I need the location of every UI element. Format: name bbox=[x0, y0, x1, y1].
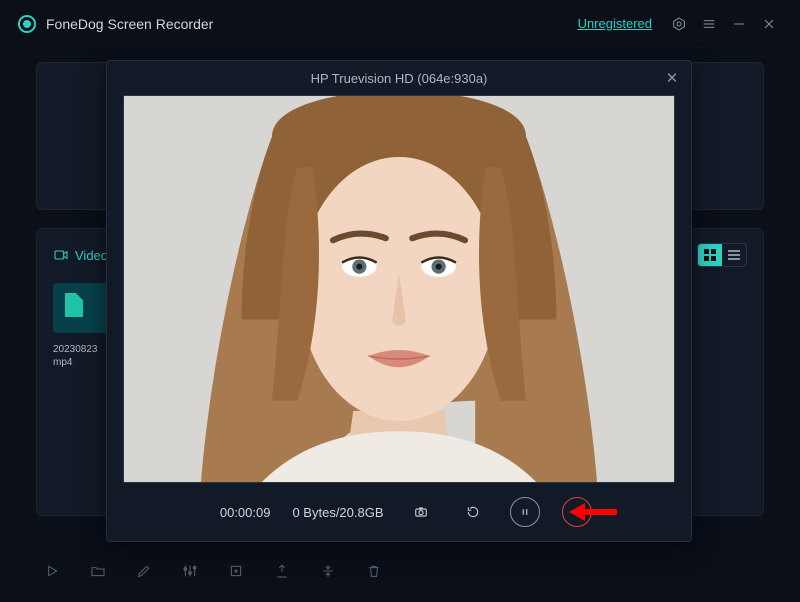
convert-icon[interactable] bbox=[318, 561, 338, 581]
pause-button[interactable] bbox=[510, 497, 540, 527]
snapshot-button[interactable] bbox=[406, 497, 436, 527]
minimize-icon[interactable] bbox=[726, 11, 752, 37]
file-thumbnail bbox=[53, 283, 109, 333]
compress-icon[interactable] bbox=[226, 561, 246, 581]
tab-video[interactable]: Video bbox=[53, 247, 108, 263]
app-title: FoneDog Screen Recorder bbox=[46, 16, 213, 32]
play-icon[interactable] bbox=[42, 561, 62, 581]
restart-button[interactable] bbox=[458, 497, 488, 527]
bottom-toolbar bbox=[36, 554, 764, 588]
unregistered-link[interactable]: Unregistered bbox=[578, 16, 652, 31]
recording-controls: 00:00:09 0 Bytes/20.8GB bbox=[107, 483, 691, 541]
stop-button[interactable] bbox=[562, 497, 592, 527]
menu-icon[interactable] bbox=[696, 11, 722, 37]
titlebar: FoneDog Screen Recorder Unregistered bbox=[0, 0, 800, 48]
modal-header: HP Truevision HD (064e:930a) ✕ bbox=[107, 61, 691, 95]
sliders-icon[interactable] bbox=[180, 561, 200, 581]
view-toggle bbox=[697, 243, 747, 267]
app-logo-icon bbox=[18, 15, 36, 33]
close-icon[interactable] bbox=[756, 11, 782, 37]
settings-icon[interactable] bbox=[666, 11, 692, 37]
modal-close-button[interactable]: ✕ bbox=[663, 69, 681, 87]
view-list-button[interactable] bbox=[722, 244, 746, 266]
webcam-preview-modal: HP Truevision HD (064e:930a) ✕ bbox=[106, 60, 692, 542]
tab-label: Video bbox=[75, 248, 108, 263]
folder-icon[interactable] bbox=[88, 561, 108, 581]
view-grid-button[interactable] bbox=[698, 244, 722, 266]
export-icon[interactable] bbox=[272, 561, 292, 581]
face-illustration bbox=[124, 96, 674, 482]
recording-size: 0 Bytes/20.8GB bbox=[292, 505, 383, 520]
modal-title: HP Truevision HD (064e:930a) bbox=[311, 71, 488, 86]
recording-timer: 00:00:09 bbox=[206, 505, 270, 520]
webcam-preview bbox=[123, 95, 675, 483]
trash-icon[interactable] bbox=[364, 561, 384, 581]
edit-icon[interactable] bbox=[134, 561, 154, 581]
